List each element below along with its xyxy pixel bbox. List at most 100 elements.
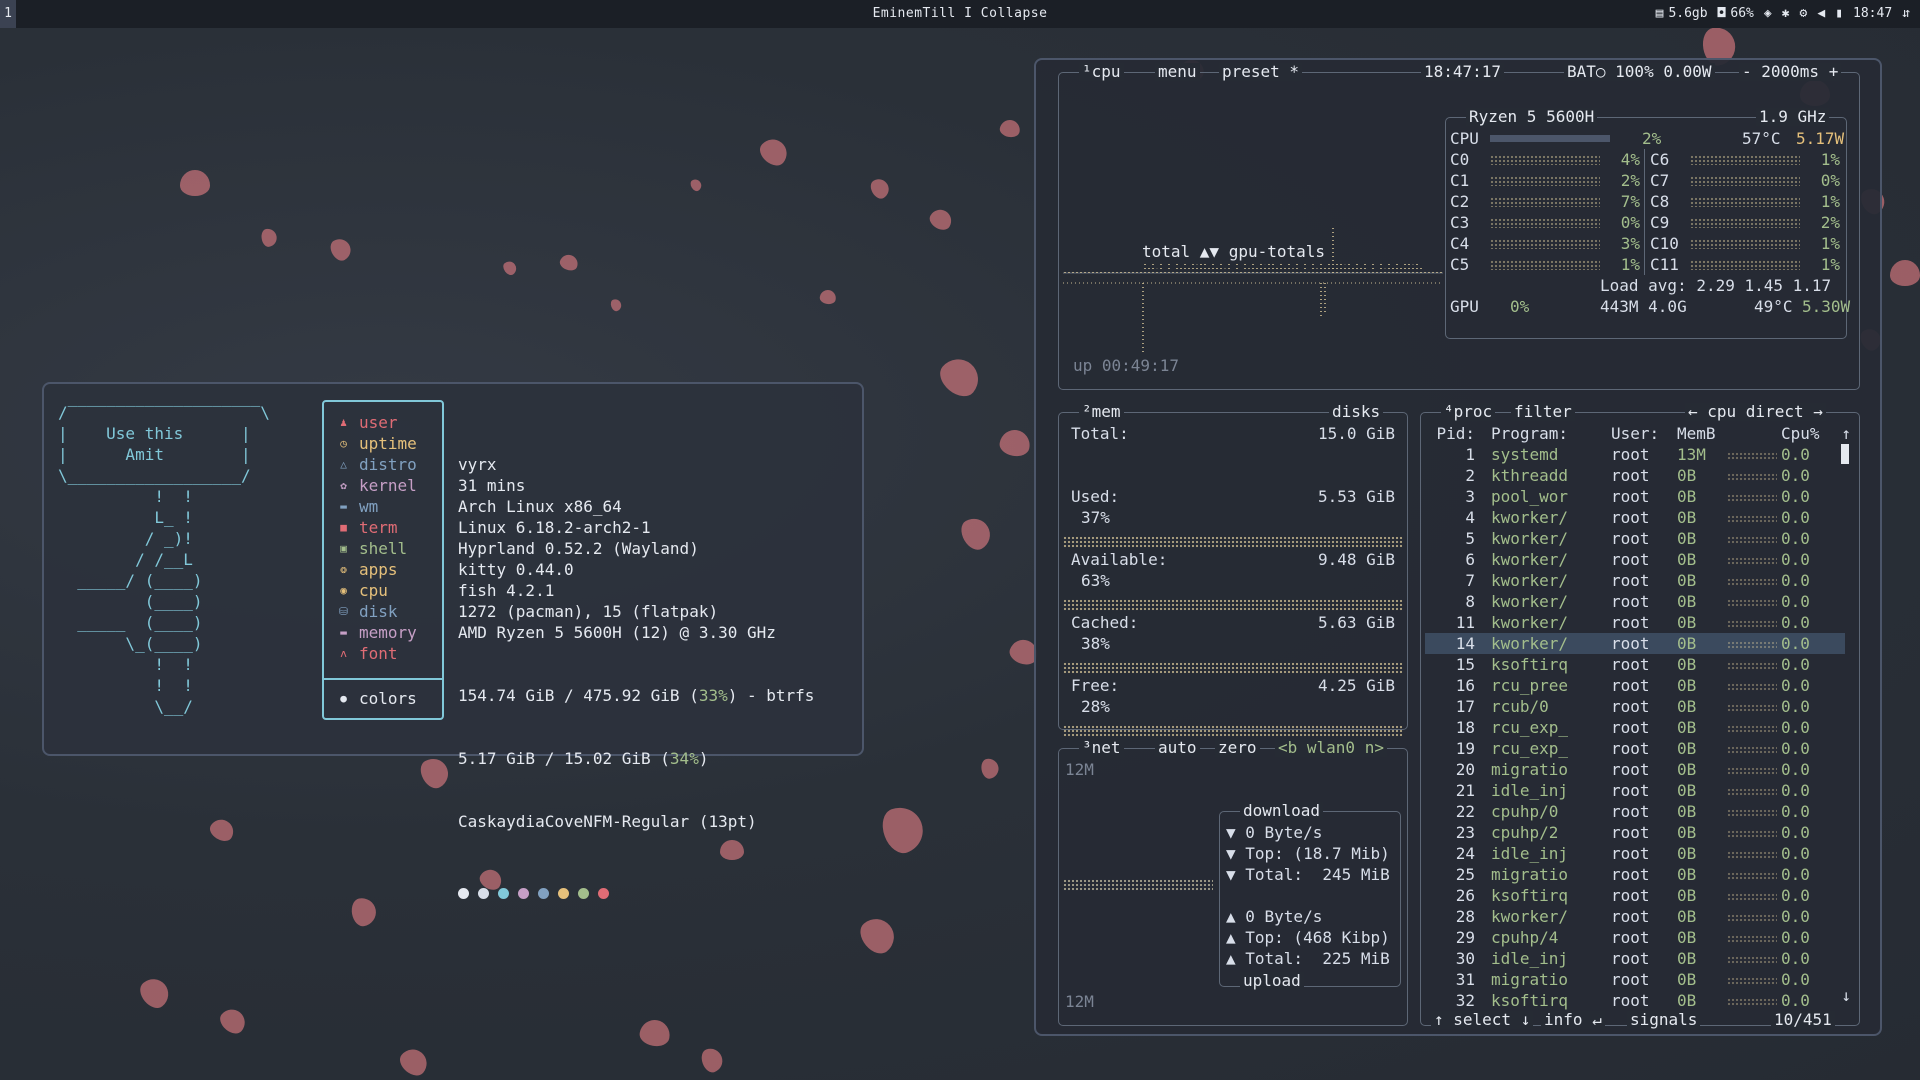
process-row[interactable]: 28 kworker/root 0B 0.0 xyxy=(1425,906,1845,927)
select-hint[interactable]: ↑ select ↓ xyxy=(1431,1011,1534,1029)
process-row[interactable]: 25 migratio root 0B 0.0 xyxy=(1425,864,1845,885)
proc-tab[interactable]: ⁴proc xyxy=(1441,403,1496,421)
core-graph xyxy=(1690,260,1800,270)
memory: 0B xyxy=(1677,697,1697,716)
user: root xyxy=(1611,676,1650,695)
cpu-pct: 0.0 xyxy=(1781,823,1810,842)
cpu-tab[interactable]: ¹cpu xyxy=(1079,63,1124,81)
label-text: user xyxy=(359,413,398,432)
package-icon: ❂ xyxy=(340,563,347,576)
core-pct: 0% xyxy=(1820,171,1840,190)
preset-button[interactable]: preset * xyxy=(1219,63,1303,81)
mem-value: 15.0 GiB xyxy=(1317,424,1395,443)
scroll-down-icon[interactable]: ↓ xyxy=(1841,985,1851,1006)
disks-tab[interactable]: disks xyxy=(1329,403,1384,421)
disk-value: 154.74 GiB / 475.92 GiB (33%) - btrfs xyxy=(458,686,815,705)
user-icon: ♟ xyxy=(340,416,347,429)
memory: 0B xyxy=(1677,970,1697,989)
process-row[interactable]: 20 migratio root 0B 0.0 xyxy=(1425,759,1845,780)
pid: 8 xyxy=(1465,592,1475,611)
ram-indicator[interactable]: ▤ 5.6gb xyxy=(1656,0,1708,28)
battery-indicator[interactable]: ◘ 66% xyxy=(1718,0,1754,28)
clock[interactable]: 18:47 xyxy=(1853,0,1892,28)
fastfetch-window[interactable]: /‾‾‾‾‾‾‾‾‾‾‾‾‾‾‾‾‾‾‾‾\ | Use this | | Am… xyxy=(42,382,864,899)
cpu-total-label: CPU xyxy=(1450,129,1479,148)
core-name: C9 xyxy=(1650,213,1670,232)
core-pct: 4% xyxy=(1620,150,1640,169)
proc-header[interactable]: Program: xyxy=(1491,423,1568,444)
bluetooth-icon[interactable]: ✱ xyxy=(1782,0,1790,28)
process-row[interactable]: 6 kworker/root 0B 0.0 xyxy=(1425,549,1845,570)
signals-hint[interactable]: signals xyxy=(1627,1011,1701,1029)
proc-scrollbar[interactable] xyxy=(1841,444,1849,464)
program: ksoftirq xyxy=(1491,655,1569,674)
process-row[interactable]: 31 migratio root 0B 0.0 xyxy=(1425,969,1845,990)
process-row[interactable]: 1 systemd root 13M 0.0 xyxy=(1425,444,1845,465)
process-row[interactable]: 30 idle_inj root 0B 0.0 xyxy=(1425,948,1845,969)
net-scale-top: 12M xyxy=(1065,760,1094,779)
process-row[interactable]: 22 cpuhp/0 root 0B 0.0 xyxy=(1425,801,1845,822)
net-tab[interactable]: ³net xyxy=(1079,739,1124,757)
process-row[interactable]: 8 kworker/root 0B 0.0 xyxy=(1425,591,1845,612)
cpu-pct: 0.0 xyxy=(1781,655,1810,674)
auto-button[interactable]: auto xyxy=(1155,739,1200,757)
zero-button[interactable]: zero xyxy=(1215,739,1260,757)
mem-graph xyxy=(1727,872,1777,880)
btop-window[interactable]: ¹cpu menu preset * 18:47:17 BAT○ 100% 0.… xyxy=(1034,58,1882,1036)
sort-selector[interactable]: ← cpu direct → xyxy=(1685,403,1826,421)
process-row[interactable]: 11 kworker/root 0B 0.0 xyxy=(1425,612,1845,633)
settings-icon[interactable]: ⚙ xyxy=(1800,0,1808,28)
battery-status-icon[interactable]: ▮ xyxy=(1835,0,1843,28)
battery-value: 66% xyxy=(1730,6,1754,21)
process-row[interactable]: 17 rcub/0 root 0B 0.0 xyxy=(1425,696,1845,717)
process-row[interactable]: 24 idle_inj root 0B 0.0 xyxy=(1425,843,1845,864)
memory: 0B xyxy=(1677,844,1697,863)
program: rcu_exp_ xyxy=(1491,718,1569,737)
interface-selector[interactable]: <b wlan0 n> xyxy=(1275,739,1387,757)
download-label: download xyxy=(1240,802,1324,820)
cpu-clock: 18:47:17 xyxy=(1421,63,1505,81)
menu-button[interactable]: menu xyxy=(1155,63,1200,81)
info-hint[interactable]: info ↵ xyxy=(1541,1011,1605,1029)
process-row[interactable]: 18 rcu_exp_ root 0B 0.0 xyxy=(1425,717,1845,738)
process-row[interactable]: 23 cpuhp/2 root 0B 0.0 xyxy=(1425,822,1845,843)
memory: 0B xyxy=(1677,466,1697,485)
process-row[interactable]: 29 cpuhp/4 root 0B 0.0 xyxy=(1425,927,1845,948)
palette-swatch xyxy=(518,888,529,899)
proc-header[interactable]: Pid: xyxy=(1427,423,1475,444)
proc-header[interactable]: MemB xyxy=(1677,423,1716,444)
process-row[interactable]: 3 pool_wor root 0B 0.0 xyxy=(1425,486,1845,507)
process-row[interactable]: 4 kworker/root 0B 0.0 xyxy=(1425,507,1845,528)
process-row[interactable]: 14 kworker/root 0B 0.0 xyxy=(1425,633,1845,654)
wifi-icon[interactable]: ◈ xyxy=(1764,0,1772,28)
font-icon: ʌ xyxy=(340,647,347,660)
process-row[interactable]: 7 kworker/root 0B 0.0 xyxy=(1425,570,1845,591)
process-row[interactable]: 2 kthreadd root 0B 0.0 xyxy=(1425,465,1845,486)
user: root xyxy=(1611,739,1650,758)
scroll-up-icon[interactable]: ↑ xyxy=(1841,423,1851,444)
label-text: wm xyxy=(359,497,379,516)
process-row[interactable]: 19 rcu_exp_ root 0B 0.0 xyxy=(1425,738,1845,759)
proc-header[interactable]: Cpu% xyxy=(1781,423,1820,444)
volume-icon[interactable]: ◀ xyxy=(1817,0,1825,28)
process-row[interactable]: 16 rcu_pree root 0B 0.0 xyxy=(1425,675,1845,696)
program: kworker/ xyxy=(1491,529,1569,548)
update-rate[interactable]: - 2000ms + xyxy=(1739,63,1842,81)
process-row[interactable]: 15 ksoftirq root 0B 0.0 xyxy=(1425,654,1845,675)
proc-header[interactable]: User: xyxy=(1611,423,1659,444)
info-value: vyrx xyxy=(458,455,497,474)
process-row[interactable]: 32 ksoftirq root 0B 0.0 xyxy=(1425,990,1845,1011)
net-stats-box: download ▼ 0 Byte/s ▼ Top: (18.7 Mib) ▼ To… xyxy=(1219,802,1401,990)
process-row[interactable]: 21 idle_inj root 0B 0.0 xyxy=(1425,780,1845,801)
filter-button[interactable]: filter xyxy=(1511,403,1575,421)
process-row[interactable]: 26 ksoftirq root 0B 0.0 xyxy=(1425,885,1845,906)
mem-tab[interactable]: ²mem xyxy=(1079,403,1124,421)
notifications-icon[interactable]: ⇵ xyxy=(1902,0,1910,28)
battery-status: BAT○ 100% 0.00W xyxy=(1564,63,1715,81)
program: ksoftirq xyxy=(1491,991,1569,1010)
mem-bar xyxy=(1063,536,1403,548)
process-row[interactable]: 5 kworker/root 0B 0.0 xyxy=(1425,528,1845,549)
cpu-core-row: C0 4% xyxy=(1450,149,1640,170)
mem-value: 5.63 GiB xyxy=(1317,613,1395,632)
program: kworker/ xyxy=(1491,613,1569,632)
